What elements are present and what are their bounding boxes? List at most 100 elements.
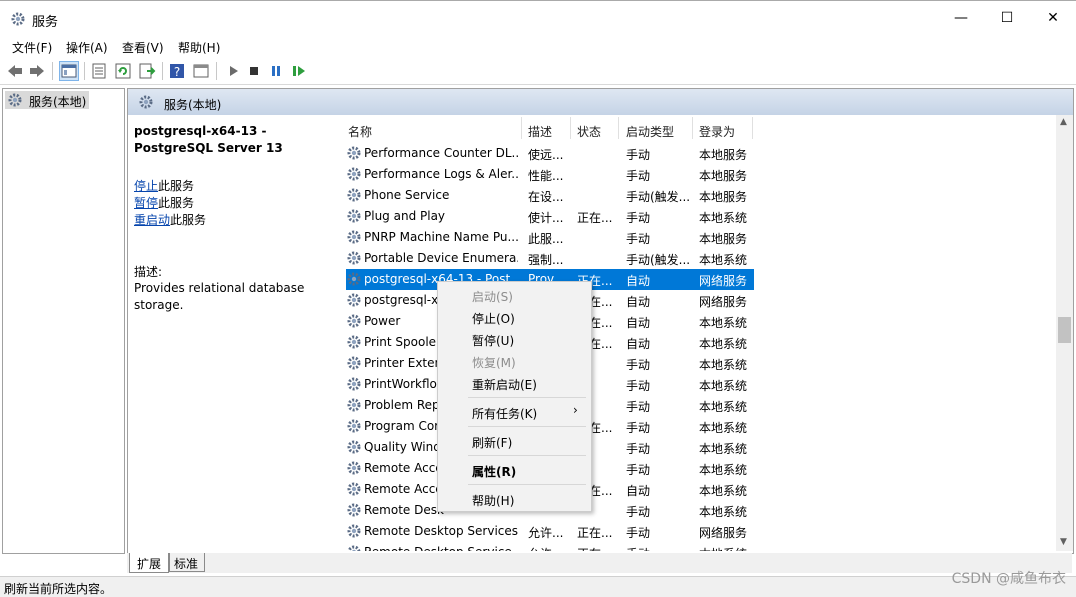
cell-startup-type: 手动 xyxy=(626,400,651,414)
cell-startup-type: 手动 xyxy=(626,505,651,519)
scrollbar-thumb[interactable] xyxy=(1058,317,1071,343)
table-row[interactable]: Remote Desktop Service... 允许... 正在... 手动 本地系… xyxy=(346,542,1054,551)
menu-item-restart[interactable]: 重新启动(E) xyxy=(472,376,537,393)
description-pane: postgresql-x64-13 - PostgreSQL Server 13… xyxy=(128,115,338,535)
cell-description: 使远... xyxy=(528,148,564,162)
menu-item-resume[interactable]: 恢复(M) xyxy=(472,354,516,371)
menu-item-properties[interactable]: 属性(R) xyxy=(472,463,516,480)
toolbar-separator xyxy=(52,62,53,80)
menu-file[interactable]: 文件(F) xyxy=(12,39,52,56)
stop-link[interactable]: 停止 xyxy=(134,179,158,193)
console-tree: 服务(本地) xyxy=(2,88,125,554)
tab-extended[interactable]: 扩展 xyxy=(129,553,169,573)
cell-description: 此服... xyxy=(528,232,564,246)
column-divider[interactable] xyxy=(752,117,753,139)
stop-service-icon[interactable] xyxy=(245,62,263,80)
services-gear-icon xyxy=(139,95,153,109)
minimize-button[interactable]: — xyxy=(938,1,984,35)
help-icon[interactable]: ? xyxy=(168,62,186,80)
menu-view[interactable]: 查看(V) xyxy=(122,39,164,56)
cell-description: 允许... xyxy=(528,526,564,540)
back-arrow-icon[interactable] xyxy=(6,62,24,80)
refresh-icon[interactable] xyxy=(114,62,132,80)
cell-startup-type: 手动 xyxy=(626,358,651,372)
close-button[interactable]: ✕ xyxy=(1030,1,1076,35)
vertical-scrollbar[interactable]: ▲ ▼ xyxy=(1056,115,1073,551)
menu-separator xyxy=(468,426,586,427)
export-list-icon[interactable] xyxy=(138,62,156,80)
view-tabs: 扩展 标准 xyxy=(127,553,1072,573)
service-gear-icon xyxy=(347,503,361,517)
cell-logon-as: 本地服务 xyxy=(699,190,748,204)
cell-startup-type: 手动 xyxy=(626,545,690,551)
table-row[interactable]: Portable Device Enumera... 强制... 手动(触发... 本… xyxy=(346,248,1054,269)
cell-logon-as: 本地系统 xyxy=(699,379,748,393)
cell-name: Portable Device Enumera... xyxy=(364,251,518,265)
table-row[interactable]: Remote Desktop Services 允许... 正在... 手动 网络服务 xyxy=(346,521,1054,542)
menu-bar: 文件(F) 操作(A) 查看(V) 帮助(H) xyxy=(0,36,1076,58)
restart-link[interactable]: 重启动 xyxy=(134,213,170,227)
pause-service-icon[interactable] xyxy=(267,62,285,80)
table-row[interactable]: Performance Logs & Aler... 性能... 手动 本地服务 xyxy=(346,164,1054,185)
selected-service-name: postgresql-x64-13 - PostgreSQL Server 13 xyxy=(134,124,283,155)
action-restart: 重启动此服务 xyxy=(134,212,206,229)
service-gear-icon xyxy=(347,335,361,349)
console-view-icon[interactable] xyxy=(192,62,210,80)
menu-help[interactable]: 帮助(H) xyxy=(178,39,220,56)
forward-arrow-icon[interactable] xyxy=(28,62,46,80)
scroll-down-icon[interactable]: ▼ xyxy=(1060,537,1067,547)
context-menu: 启动(S) 停止(O) 暂停(U) 恢复(M) 重新启动(E) 所有任务(K) … xyxy=(437,281,592,512)
column-divider[interactable] xyxy=(570,117,571,139)
menu-item-pause[interactable]: 暂停(U) xyxy=(472,332,514,349)
cell-startup-type: 手动 xyxy=(626,421,651,435)
table-row[interactable]: PNRP Machine Name Pu... 此服... 手动 本地服务 xyxy=(346,227,1054,248)
show-console-tree-icon[interactable] xyxy=(59,61,79,81)
submenu-arrow-icon: › xyxy=(573,403,578,417)
column-header-description[interactable]: 描述 xyxy=(528,123,552,140)
menu-separator xyxy=(468,455,586,456)
pause-link[interactable]: 暂停 xyxy=(134,196,158,210)
tab-standard[interactable]: 标准 xyxy=(169,553,205,572)
tree-item-services-local[interactable]: 服务(本地) xyxy=(5,91,89,109)
window-title: 服务 xyxy=(32,15,59,30)
cell-startup-type: 自动 xyxy=(626,337,651,351)
minimize-icon: — xyxy=(954,10,968,26)
column-divider[interactable] xyxy=(692,117,693,139)
column-header-startup-type[interactable]: 启动类型 xyxy=(626,123,674,140)
column-header-logon-as[interactable]: 登录为 xyxy=(699,123,735,140)
description-label: 描述: xyxy=(134,265,163,279)
properties-icon[interactable] xyxy=(90,62,108,80)
title-bar[interactable]: 服务 — ☐ ✕ xyxy=(0,0,1076,35)
toolbar: ? xyxy=(0,58,1076,85)
menu-item-refresh[interactable]: 刷新(F) xyxy=(472,434,512,451)
service-gear-icon xyxy=(347,314,361,328)
cell-logon-as: 网络服务 xyxy=(699,295,748,309)
menu-item-help[interactable]: 帮助(H) xyxy=(472,492,514,509)
column-header-name[interactable]: 名称 xyxy=(348,123,372,140)
table-row[interactable]: Phone Service 在设... 手动(触发... 本地服务 xyxy=(346,185,1054,206)
menu-item-start[interactable]: 启动(S) xyxy=(472,288,513,305)
service-gear-icon xyxy=(347,419,361,433)
description-text: Provides relational database storage. xyxy=(134,281,305,312)
start-service-icon[interactable] xyxy=(224,62,242,80)
maximize-button[interactable]: ☐ xyxy=(984,1,1030,35)
menu-item-all-tasks[interactable]: 所有任务(K) xyxy=(472,405,537,422)
menu-item-stop[interactable]: 停止(O) xyxy=(472,310,515,327)
table-row[interactable]: Plug and Play 使计... 正在... 手动 本地系统 xyxy=(346,206,1054,227)
content-header-title: 服务(本地) xyxy=(164,98,222,112)
service-gear-icon xyxy=(347,293,361,307)
menu-action[interactable]: 操作(A) xyxy=(66,39,108,56)
restart-service-icon[interactable] xyxy=(290,62,308,80)
column-header-status[interactable]: 状态 xyxy=(577,123,601,140)
action-suffix: 此服务 xyxy=(158,196,195,210)
cell-logon-as: 网络服务 xyxy=(699,526,748,540)
table-row[interactable]: Performance Counter DL... 使远... 手动 本地服务 xyxy=(346,143,1054,164)
scroll-up-icon[interactable]: ▲ xyxy=(1060,117,1067,127)
cell-startup-type: 自动 xyxy=(626,274,651,288)
cell-name: Performance Counter DL... xyxy=(364,146,518,160)
column-divider[interactable] xyxy=(521,117,522,139)
cell-description: 使计... xyxy=(528,211,564,225)
toolbar-separator xyxy=(162,62,163,80)
column-divider[interactable] xyxy=(618,117,619,139)
cell-description: 性能... xyxy=(528,169,564,183)
